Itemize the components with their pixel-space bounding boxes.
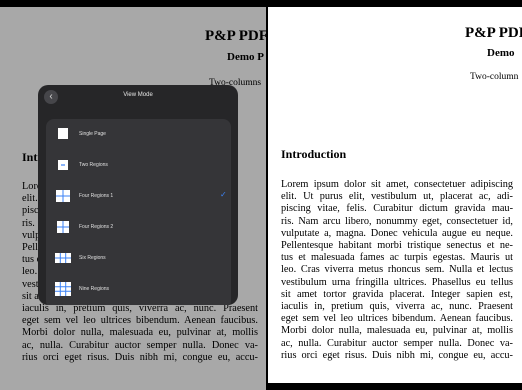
mode-option-single-page[interactable]: Single Page: [46, 119, 231, 150]
right-text-line: vulputate a, magna. Donec vehicula augue…: [281, 227, 513, 239]
mode-option-label: Four Regions 1: [79, 193, 114, 199]
mode-option-label: Four Regions 2: [79, 224, 114, 230]
view-mode-list: Single Page Two Regions Four Regions 1 ✓: [46, 119, 231, 305]
checkmark-icon: ✓: [220, 190, 227, 199]
right-doc-title: P&P PDF: [465, 25, 522, 41]
mode-option-nine-regions[interactable]: Nine Regions: [46, 274, 231, 305]
right-text-line: ac, nulla. Curabitur auctor semper nulla…: [281, 337, 513, 349]
two-regions-icon: [58, 160, 68, 170]
right-text-line: tus et malesuada fames ac turpis egestas…: [281, 252, 513, 264]
right-text-line: elit. Ut purus elit, vestibulum ut, plac…: [281, 191, 513, 203]
right-text-line: leo. Cras viverra metus rhoncus sem. Nul…: [281, 264, 513, 276]
right-text-line: Pellentesque habitant morbi tristique se…: [281, 240, 513, 252]
right-text-line: vestibulum urna fringilla ultrices. Phas…: [281, 276, 513, 288]
mode-option-six-regions[interactable]: Six Regions: [46, 243, 231, 274]
mode-option-four-regions-1[interactable]: Four Regions 1 ✓: [46, 181, 231, 212]
nine-regions-icon: [55, 282, 71, 296]
right-doc-heading: Introduction: [281, 147, 347, 161]
right-doc-columns-note: Two-column: [470, 72, 519, 82]
mode-option-label: Nine Regions: [79, 286, 110, 292]
six-regions-icon: [55, 253, 71, 263]
right-text-line: piscing vitae, felis. Curabitur dictum g…: [281, 203, 513, 215]
right-text-line: Lorem ipsum dolor sit amet, consectetuer…: [281, 179, 513, 190]
mode-option-label: Single Page: [79, 131, 106, 137]
right-text-line: Morbi dolor nulla, malesuada eu, pulvina…: [281, 325, 513, 337]
right-text-line: sit amet tortor gravida placerat. Intege…: [281, 288, 513, 300]
right-doc-subtitle: Demo: [487, 47, 515, 59]
four-regions-1-icon: [56, 190, 70, 202]
mode-option-label: Six Regions: [79, 255, 106, 261]
mode-option-four-regions-2[interactable]: Four Regions 2: [46, 212, 231, 243]
four-regions-2-icon: [57, 221, 69, 233]
view-mode-dialog: ‹ View Mode Single Page Two Regions Four…: [38, 85, 238, 305]
right-doc-body: Lorem ipsum dolor sit amet, consectetuer…: [281, 179, 513, 362]
right-text-line: ris. Nam arcu libero, nonummy eget, cons…: [281, 215, 513, 227]
single-page-icon: [58, 128, 68, 139]
right-text-line: rius orci eget risus. Duis nibh mi, cong…: [281, 349, 513, 361]
mode-option-two-regions[interactable]: Two Regions: [46, 150, 231, 181]
right-text-line: iaculis in, pretium quis, viverra ac, nu…: [281, 301, 513, 313]
view-mode-title: View Mode: [123, 92, 153, 98]
right-text-line: eget sem vel leo ultrices bibendum. Aene…: [281, 313, 513, 325]
right-document-page[interactable]: P&P PDF Demo Two-column Introduction Lor…: [268, 7, 522, 383]
mode-option-label: Two Regions: [79, 162, 108, 168]
